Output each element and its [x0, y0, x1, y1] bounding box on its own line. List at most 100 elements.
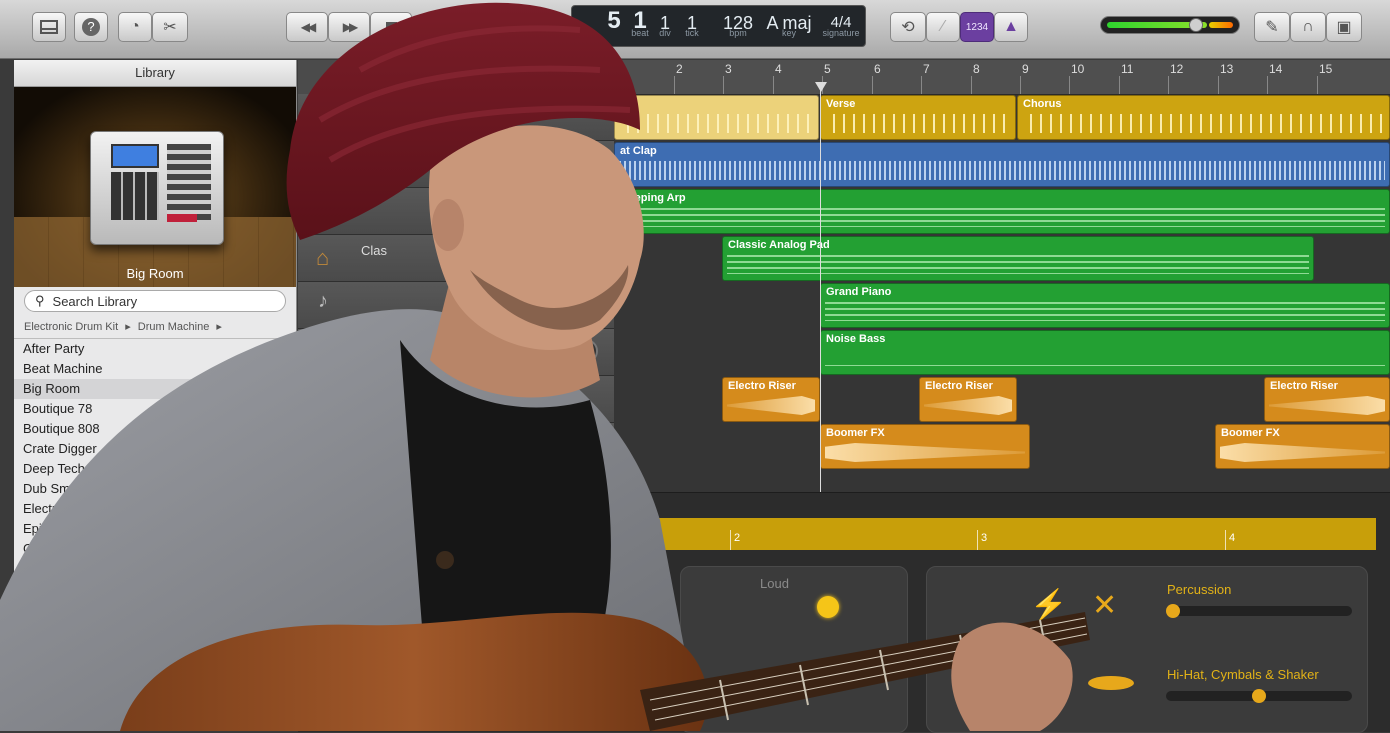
playhead-handle-icon[interactable]	[815, 82, 827, 92]
metronome-button[interactable]: ▲	[994, 12, 1028, 42]
list-item[interactable]: Crate Digger	[14, 439, 296, 459]
region-label: Boomer FX	[826, 427, 885, 439]
region-boomer[interactable]: Boomer FX	[820, 424, 1030, 469]
region-arp[interactable]: weeping Arp	[614, 189, 1390, 234]
forward-button[interactable]: ▶▶	[328, 12, 370, 42]
list-item[interactable]: Boutique 808	[14, 419, 296, 439]
hihat-slider[interactable]	[1166, 689, 1352, 703]
track-header[interactable]	[298, 329, 614, 376]
editor-ruler[interactable]: 2 3 4	[298, 518, 1376, 550]
library-button[interactable]	[32, 12, 66, 42]
tuner-icon: ⁄	[941, 18, 945, 35]
region-riser[interactable]: Electro Riser	[1264, 377, 1390, 422]
count-in-label: 1234	[965, 21, 989, 33]
track-lane: Noise Bass	[614, 330, 1390, 377]
track-header[interactable]: ⌂ Clas	[298, 235, 614, 282]
xy-pad-puck[interactable]	[817, 596, 839, 618]
list-item-selected[interactable]: Big Room	[14, 379, 296, 399]
lcd-tick-caption: tick	[685, 28, 699, 38]
ruler-bar-number: 13	[1220, 62, 1234, 76]
track-header[interactable]	[298, 94, 614, 141]
search-icon: ⚲	[35, 293, 45, 308]
lcd-div-caption: div	[659, 28, 671, 38]
list-item[interactable]: Deep Tech	[14, 459, 296, 479]
editors-button[interactable]: ✂	[152, 12, 188, 42]
track-headers: ⌂ Clas ♪	[298, 60, 614, 492]
percussion-slider[interactable]	[1166, 604, 1352, 618]
region-chorus[interactable]: Chorus	[1017, 95, 1390, 140]
region-bass[interactable]: Noise Bass	[820, 330, 1390, 375]
cycle-button[interactable]: ⟲	[890, 12, 926, 42]
editor-ruler-tick	[1225, 530, 1226, 550]
breadcrumb-electronic-drum-kit[interactable]: Electronic Drum Kit	[24, 321, 118, 333]
media-browser-button[interactable]: ▣	[1326, 12, 1362, 42]
region-label: Noise Bass	[826, 333, 886, 345]
region-riser[interactable]: Electro Riser	[722, 377, 820, 422]
list-item[interactable]: After Party	[14, 339, 296, 359]
ruler-tick	[1267, 76, 1268, 94]
ruler-tick	[1069, 76, 1070, 94]
region-midi-notes	[825, 302, 1385, 321]
track-header[interactable]	[298, 188, 614, 235]
ruler-tick	[674, 76, 675, 94]
library-panel: Library Big Room ⚲ Search Library Electr…	[14, 60, 297, 731]
list-item[interactable]: Gritty F	[14, 539, 296, 559]
region-verse[interactable]: Verse	[820, 95, 1016, 140]
master-volume-slider[interactable]	[1100, 16, 1240, 34]
list-item[interactable]: Epic Electo	[14, 519, 296, 539]
loop-browser-button[interactable]: ∩	[1290, 12, 1326, 42]
count-in-button[interactable]: 1234	[960, 12, 994, 42]
list-item[interactable]: Boutique 78	[14, 399, 296, 419]
editor-ruler-bar: 3	[981, 532, 988, 544]
breadcrumb-chevron-icon: ▸	[216, 321, 222, 333]
region-label: Boomer FX	[1221, 427, 1280, 439]
cycle-icon: ⟲	[901, 19, 915, 36]
timeline-ruler[interactable]: 2 3 4 5 6 7 8 9 10 11 12 13 14 15	[614, 60, 1390, 95]
forward-icon: ▶▶	[342, 20, 359, 34]
ruler-bar-number: 10	[1071, 62, 1085, 76]
track-header[interactable]	[298, 141, 614, 188]
region-intro[interactable]: tro	[614, 95, 819, 140]
lightning-icon[interactable]: ⚡	[1030, 588, 1067, 623]
list-item[interactable]: In	[14, 559, 296, 579]
library-search-field[interactable]: ⚲ Search Library	[24, 290, 286, 312]
region-pad[interactable]: Classic Analog Pad	[722, 236, 1314, 281]
region-waveform	[825, 114, 1011, 133]
tuner-button[interactable]: ⁄	[926, 12, 960, 42]
help-icon: ?	[82, 18, 100, 36]
volume-knob[interactable]	[1189, 18, 1203, 32]
ruler-tick	[723, 76, 724, 94]
notepad-button[interactable]: ✎	[1254, 12, 1290, 42]
hihat-slider-knob[interactable]	[1252, 689, 1266, 703]
volume-knob-icon[interactable]	[574, 339, 598, 363]
ruler-bar-number: 2	[676, 62, 683, 76]
ruler-bar-number: 4	[775, 62, 782, 76]
region-label: Electro Riser	[1270, 380, 1338, 392]
smart-controls-button[interactable]: ◔	[118, 12, 152, 42]
list-item[interactable]: Electro Bump	[14, 499, 296, 519]
rewind-button[interactable]: ◀◀	[286, 12, 328, 42]
xy-pad[interactable]	[680, 566, 908, 733]
region-riser[interactable]: Electro Riser	[919, 377, 1017, 422]
breadcrumb-drum-machine[interactable]: Drum Machine	[138, 321, 210, 333]
list-item[interactable]: Dub Smash	[14, 479, 296, 499]
list-item[interactable]: Beat Machine	[14, 359, 296, 379]
help-button[interactable]: ?	[74, 12, 108, 42]
stop-button[interactable]	[370, 12, 412, 42]
breadcrumb-chevron-icon: ▸	[125, 321, 131, 333]
track-header[interactable]	[298, 376, 614, 423]
track-header[interactable]	[298, 423, 614, 470]
percussion-slider-knob[interactable]	[1166, 604, 1180, 618]
tracks-area: ⌂ Clas ♪ 2 3 4 5 6 7 8 9 10 11 12 13 14 …	[298, 60, 1390, 492]
track-lane: weeping Arp	[614, 189, 1390, 236]
playhead[interactable]	[820, 84, 821, 492]
ruler-bar-number: 12	[1170, 62, 1184, 76]
track-header[interactable]: ♪	[298, 282, 614, 329]
ruler-tick	[921, 76, 922, 94]
region-piano[interactable]: Grand Piano	[820, 283, 1390, 328]
lcd-display[interactable]: 5 1 beat 1 div 1 tick 128 bpm A maj key …	[571, 5, 866, 47]
region-clap[interactable]: at Clap	[614, 142, 1390, 187]
cymbal-icon[interactable]	[1088, 676, 1134, 690]
region-boomer[interactable]: Boomer FX	[1215, 424, 1390, 469]
drumsticks-icon[interactable]: ✕	[1092, 588, 1117, 623]
